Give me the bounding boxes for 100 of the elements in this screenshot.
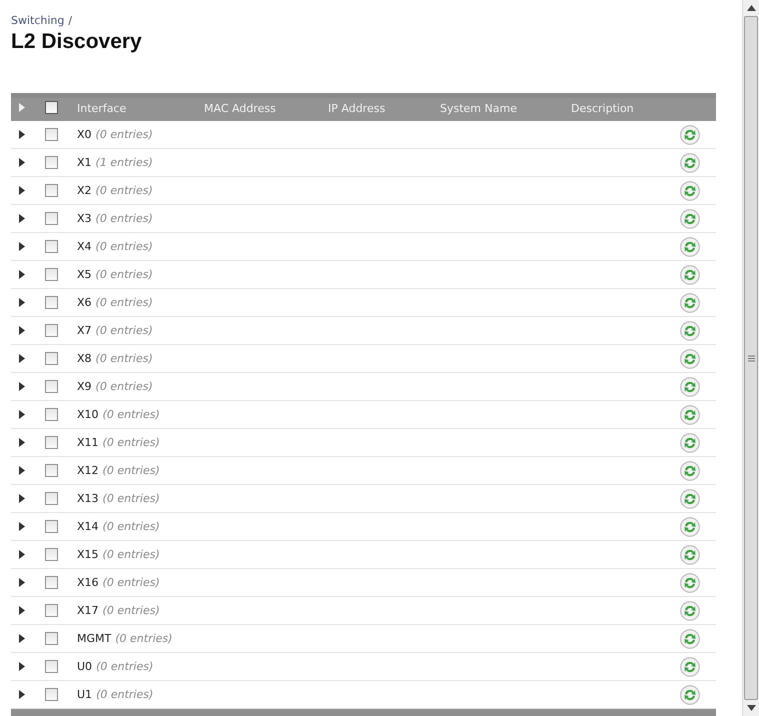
refresh-icon[interactable] <box>680 460 700 480</box>
row-checkbox[interactable] <box>45 296 58 309</box>
expand-icon[interactable] <box>19 578 26 587</box>
expand-icon[interactable] <box>19 634 26 643</box>
scrollbar[interactable] <box>742 0 759 716</box>
row-checkbox[interactable] <box>45 576 58 589</box>
expand-icon[interactable] <box>19 326 26 335</box>
refresh-icon[interactable] <box>680 208 700 228</box>
refresh-icon[interactable] <box>680 404 700 424</box>
interface-name: X5 <box>77 268 92 281</box>
refresh-icon[interactable] <box>680 628 700 648</box>
expand-icon[interactable] <box>19 606 26 615</box>
column-header: MAC Address <box>204 100 277 114</box>
entries-count: (0 entries) <box>102 548 160 561</box>
breadcrumb-link[interactable]: Switching <box>11 14 64 26</box>
entries-count: (0 entries) <box>96 268 153 281</box>
expand-icon[interactable] <box>19 438 26 447</box>
expand-icon[interactable] <box>19 186 26 195</box>
entries-count: (0 entries) <box>102 408 160 421</box>
scroll-up-icon[interactable] <box>746 5 756 11</box>
expand-icon[interactable] <box>19 466 26 475</box>
entries-count: (0 entries) <box>96 324 153 337</box>
expand-icon[interactable] <box>19 410 26 419</box>
refresh-icon[interactable] <box>680 600 700 620</box>
interface-name: X1 <box>77 156 92 169</box>
row-checkbox[interactable] <box>45 324 58 337</box>
entries-count: (0 entries) <box>96 296 153 309</box>
refresh-icon[interactable] <box>680 656 700 676</box>
expand-icon[interactable] <box>19 662 26 671</box>
entries-count: (0 entries) <box>115 632 172 645</box>
expand-icon[interactable] <box>19 550 26 559</box>
interface-name: X2 <box>77 184 92 197</box>
row-checkbox[interactable] <box>45 492 58 505</box>
expand-icon[interactable] <box>19 354 26 363</box>
entries-count: (0 entries) <box>96 128 153 141</box>
row-checkbox[interactable] <box>45 660 58 673</box>
interface-name: U0 <box>77 660 92 673</box>
entries-count: (0 entries) <box>102 576 160 589</box>
expand-icon[interactable] <box>19 382 26 391</box>
refresh-icon[interactable] <box>680 572 700 592</box>
interface-name: X13 <box>77 492 99 505</box>
refresh-icon[interactable] <box>680 516 700 536</box>
refresh-icon[interactable] <box>680 348 700 368</box>
refresh-icon[interactable] <box>680 264 700 284</box>
expand-icon[interactable] <box>19 242 26 251</box>
row-checkbox[interactable] <box>45 604 58 617</box>
select-all-checkbox[interactable] <box>45 100 58 114</box>
row-checkbox[interactable] <box>45 128 58 141</box>
row-checkbox[interactable] <box>45 156 58 169</box>
row-checkbox[interactable] <box>45 240 58 253</box>
refresh-icon[interactable] <box>680 180 700 200</box>
row-checkbox[interactable] <box>45 520 58 533</box>
page-title: L2 Discovery <box>11 30 143 55</box>
entries-count: (0 entries) <box>96 688 154 701</box>
refresh-icon[interactable] <box>680 124 700 144</box>
row-checkbox[interactable] <box>45 212 58 225</box>
expand-icon[interactable] <box>19 522 26 531</box>
row-checkbox[interactable] <box>45 548 58 561</box>
interface-name: U1 <box>77 688 92 701</box>
refresh-icon[interactable] <box>680 488 700 508</box>
entries-count: (0 entries) <box>96 660 154 673</box>
row-checkbox[interactable] <box>45 352 58 365</box>
refresh-icon[interactable] <box>680 376 700 396</box>
interface-name: X0 <box>77 128 92 141</box>
interface-name: X12 <box>77 464 99 477</box>
refresh-icon[interactable] <box>680 684 700 704</box>
row-checkbox[interactable] <box>45 632 58 645</box>
interface-name: X4 <box>77 240 92 253</box>
expand-icon[interactable] <box>19 690 26 699</box>
expand-icon[interactable] <box>19 494 26 503</box>
scroll-down-icon[interactable] <box>746 705 756 711</box>
expand-icon[interactable] <box>19 270 26 279</box>
row-checkbox[interactable] <box>45 688 58 701</box>
scroll-thumb[interactable] <box>744 16 758 700</box>
interface-name: X6 <box>77 296 92 309</box>
row-checkbox[interactable] <box>45 184 58 197</box>
column-header: Interface <box>77 100 128 114</box>
refresh-icon[interactable] <box>680 236 700 256</box>
refresh-icon[interactable] <box>680 432 700 452</box>
row-checkbox[interactable] <box>45 268 58 281</box>
expand-icon[interactable] <box>19 158 26 167</box>
entries-count: (0 entries) <box>96 352 153 365</box>
entries-count: (0 entries) <box>96 240 153 253</box>
row-checkbox[interactable] <box>45 408 58 421</box>
expand-icon[interactable] <box>19 130 26 139</box>
interface-name: X10 <box>77 408 99 421</box>
entries-count: (0 entries) <box>96 380 153 393</box>
expand-icon[interactable] <box>19 214 26 223</box>
expand-icon[interactable] <box>19 298 26 307</box>
row-checkbox[interactable] <box>45 436 58 449</box>
refresh-icon[interactable] <box>680 292 700 312</box>
row-checkbox[interactable] <box>45 464 58 477</box>
refresh-icon[interactable] <box>680 320 700 340</box>
interface-name: X15 <box>77 548 99 561</box>
breadcrumb-separator: / <box>68 14 72 26</box>
entries-count: (1 entries) <box>96 156 153 169</box>
refresh-icon[interactable] <box>680 152 700 172</box>
refresh-icon[interactable] <box>680 544 700 564</box>
row-checkbox[interactable] <box>45 380 58 393</box>
column-header: System Name <box>440 100 518 114</box>
